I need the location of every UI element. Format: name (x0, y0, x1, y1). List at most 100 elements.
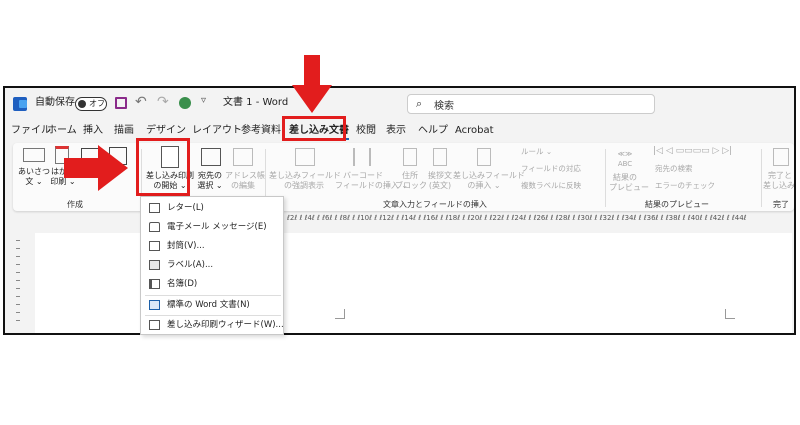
mailings-tab-highlight (282, 116, 346, 141)
group-write-insert: 文章入力とフィールドの挿入 (383, 200, 487, 209)
barcode-line1: バーコード (343, 171, 383, 180)
group-create: 作成 (67, 200, 83, 209)
greeting-line-line1: 挨拶文 (428, 171, 452, 180)
toggle-knob (78, 100, 86, 108)
insert-field-line2: の挿入 ⌄ (467, 181, 501, 190)
directory-icon (149, 279, 160, 289)
select-recipients-button[interactable]: 宛先の 選択 ⌄ (195, 171, 225, 191)
menu-item-label-text: ラベル(A)... (167, 260, 214, 270)
greeting-line1: あいさつ (18, 167, 50, 176)
tab-review[interactable]: 校閲 (356, 124, 376, 138)
greeting-line-button[interactable]: 挨拶文 (英文) (425, 171, 455, 191)
autosave-state: オフ (89, 99, 105, 108)
menu-item-label: 標準の Word 文書(N) (167, 300, 250, 310)
autosave-label: 自動保存 (35, 97, 75, 108)
menu-item-label: 差し込み印刷ウィザード(W)... (167, 320, 284, 330)
envelope-icon (149, 241, 160, 251)
edit-list-line2: の編集 (231, 181, 255, 190)
address-line2: ブロック (395, 181, 427, 190)
save-icon[interactable] (115, 97, 127, 109)
menu-item-label[interactable]: ラベル(A)... (141, 256, 283, 274)
menu-item-label: 封筒(V)... (167, 241, 205, 251)
preview-abc-icon: ≪≫ ABC (617, 150, 633, 168)
finish-merge-button[interactable]: 完了と 差し込み ⌄ (763, 171, 795, 191)
letter-icon (149, 203, 160, 213)
insert-merge-field-icon (477, 148, 491, 166)
search-box[interactable]: ⌕ 検索 (407, 94, 655, 114)
edit-recipient-list-button[interactable]: アドレス帳 の編集 (225, 171, 265, 191)
menu-item-directory[interactable]: 名簿(D) (141, 275, 283, 293)
barcode-line2: フィールドの挿入 ⌄ (335, 181, 409, 190)
search-icon: ⌕ (416, 97, 423, 110)
vertical-ruler (13, 233, 23, 333)
greeting-line-line2: (英文) (428, 181, 452, 190)
highlight-line2: の強調表示 (284, 181, 324, 190)
menu-item-wizard[interactable]: 差し込み印刷ウィザード(W)... (141, 316, 284, 334)
check-errors-button[interactable]: エラーのチェック (655, 181, 715, 191)
document-title: 文書 1 - Word (223, 97, 289, 108)
start-merge-highlight (136, 138, 190, 196)
address-block-icon (403, 148, 417, 166)
tab-file[interactable]: ファイル (11, 124, 51, 138)
tab-design[interactable]: デザイン (146, 124, 186, 138)
undo-icon[interactable]: ↶ (135, 94, 147, 110)
update-labels-button[interactable]: 複数ラベルに反映 (521, 181, 581, 191)
address-block-button[interactable]: 住所 ブロック (395, 171, 427, 191)
menu-item-label: 電子メール メッセージ(E) (167, 222, 267, 232)
tab-insert[interactable]: 挿入 (83, 124, 103, 138)
ribbon-tabs: ファイル ホーム 挿入 描画 デザイン レイアウト 参考資料 差し込み文書 校閲… (5, 120, 794, 142)
tab-view[interactable]: 表示 (386, 124, 406, 138)
tab-draw[interactable]: 描画 (114, 124, 134, 138)
greeting-line-icon (433, 148, 447, 166)
menu-item-normal-word-document[interactable]: 標準の Word 文書(N) (141, 296, 283, 314)
menu-item-label: 名簿(D) (167, 279, 198, 289)
tab-acrobat[interactable]: Acrobat (455, 124, 494, 138)
insert-field-line1: 差し込みフィールド (453, 171, 525, 180)
wizard-icon (149, 320, 160, 330)
greeting-line2: 文 ⌄ (25, 177, 43, 186)
select-recipients-icon (201, 148, 221, 166)
preview-results-button[interactable]: 結果の プレビュー (609, 173, 649, 193)
menu-item-label: レター(L) (167, 203, 204, 213)
margin-corner (725, 309, 735, 319)
email-icon (149, 222, 160, 232)
menu-item-envelope[interactable]: 封筒(V)... (141, 237, 283, 255)
menu-item-letter[interactable]: レター(L) (141, 199, 283, 217)
tab-layout[interactable]: レイアウト (192, 124, 242, 138)
insert-merge-field-button[interactable]: 差し込みフィールド の挿入 ⌄ (453, 171, 525, 191)
separator (605, 149, 606, 207)
match-fields-button[interactable]: フィールドの対応 (521, 164, 581, 174)
menu-item-email[interactable]: 電子メール メッセージ(E) (141, 218, 283, 236)
group-finish: 完了 (773, 200, 789, 209)
address-line1: 住所 (402, 171, 418, 180)
insert-barcode-button[interactable]: バーコード フィールドの挿入 ⌄ (335, 171, 409, 191)
tab-help[interactable]: ヘルプ (418, 124, 448, 138)
quick-access-more-icon[interactable]: ▿ (201, 95, 206, 106)
start-mail-merge-menu: レター(L) 電子メール メッセージ(E) 封筒(V)... ラベル(A)...… (140, 196, 284, 335)
recipients-line1: 宛先の (198, 171, 222, 180)
redo-icon[interactable]: ↷ (157, 94, 169, 110)
edit-recipient-list-icon (233, 148, 253, 166)
word-doc-icon (149, 300, 160, 310)
red-arrow-right-icon (64, 145, 128, 191)
greeting-button[interactable]: あいさつ 文 ⌄ (17, 167, 51, 187)
barcode-icon (353, 148, 371, 166)
label-icon (149, 260, 160, 270)
tab-home[interactable]: ホーム (47, 124, 77, 138)
search-placeholder: 検索 (434, 101, 454, 112)
record-navigation[interactable]: |◁ ◁ ▭▭▭▭ ▷ ▷| (653, 146, 753, 156)
autosave-toggle[interactable]: オフ (75, 97, 107, 111)
greeting-card-icon (23, 148, 45, 162)
tab-references[interactable]: 参考資料 (241, 124, 281, 138)
horizontal-ruler: ℓ2ℓ ℓ ℓ4ℓ ℓ ℓ6ℓ ℓ ℓ8ℓ ℓ ℓ10ℓ ℓ ℓ12ℓ ℓ ℓ1… (287, 214, 747, 222)
highlight-merge-fields-button[interactable]: 差し込みフィールド の強調表示 (269, 171, 341, 191)
find-recipient-button[interactable]: 宛先の検索 (655, 164, 693, 174)
rules-button[interactable]: ルール ⌄ (521, 147, 552, 157)
group-preview: 結果のプレビュー (645, 200, 709, 209)
word-window: 自動保存 オフ ↶ ↷ ▿ 文書 1 - Word ⌕ 検索 ファイル ホーム … (3, 86, 796, 335)
preview-line2: プレビュー (609, 183, 649, 192)
outlook-app-icon[interactable] (13, 97, 27, 111)
margin-corner (335, 309, 345, 319)
editor-icon[interactable] (179, 97, 191, 109)
finish-line2: 差し込み ⌄ (763, 181, 795, 190)
